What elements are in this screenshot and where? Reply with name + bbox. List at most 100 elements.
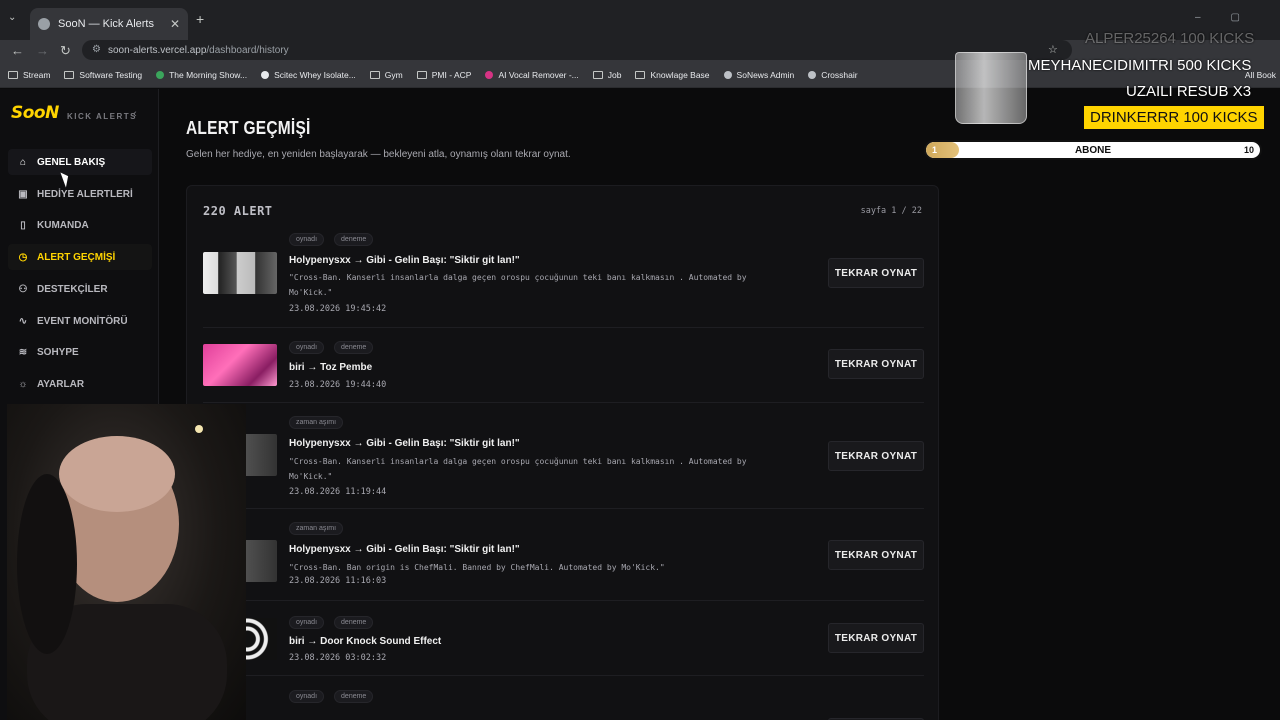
status-tag: oynadı: [289, 341, 325, 354]
webcam-person-image: [17, 425, 227, 720]
favicon-icon: [38, 18, 50, 30]
supporters-icon: ⚇: [18, 283, 28, 295]
address-bar[interactable]: ⚙ soon-alerts.vercel.app/dashboard/histo…: [82, 40, 1072, 60]
alert-time: 23.08.2026 11:16:03: [289, 576, 387, 586]
alert-row: zaman aşımı Holypenysxx → Gibi - Gelin B…: [203, 509, 924, 601]
bookmark-item[interactable]: PMI - ACP: [416, 70, 471, 80]
alert-history-panel: 220 ALERT sayfa 1 / 22 oynadı deneme Hol…: [186, 185, 939, 720]
bookmark-item[interactable]: Crosshair: [808, 70, 858, 80]
status-tag: zaman aşımı: [289, 416, 344, 429]
sub-goal-target: 10: [1243, 145, 1254, 155]
sidebar-item-sohype[interactable]: ≋ SOHYPE: [8, 339, 152, 365]
alert-time: 23.08.2026 11:19:44: [289, 487, 387, 497]
reload-icon[interactable]: ↻: [60, 43, 71, 59]
pulse-icon: ∿: [18, 315, 28, 327]
sidebar-item-destekciler[interactable]: ⚇ DESTEKÇİLER: [8, 276, 152, 302]
drink-glass-image: [955, 52, 1027, 124]
home-icon: ⌂: [19, 156, 27, 168]
history-icon: ◷: [18, 251, 28, 263]
overlay-highlight: DRINKERRR 100 KICKS: [1084, 106, 1264, 129]
overlay-line-1: MEYHANECIDIMITRI 500 KICKS: [1028, 57, 1252, 74]
site-icon: [808, 70, 817, 79]
replay-button[interactable]: TEKRAR OYNAT: [828, 540, 924, 570]
site-icon: [485, 70, 494, 79]
back-icon[interactable]: ←: [11, 43, 24, 58]
alert-message: "Cross-Ban. Kanserli insanlarla dalga ge…: [289, 457, 747, 481]
overlay-faded-line: ALPER25264 100 KICKS: [1085, 30, 1255, 47]
tab-title: SooN — Kick Alerts: [58, 18, 154, 30]
page-subtitle: Gelen her hediye, en yeniden başlayarak …: [186, 149, 571, 160]
webcam-overlay: [7, 404, 246, 720]
star-icon[interactable]: ☆: [1048, 43, 1058, 56]
site-icon: [261, 70, 270, 79]
bookmark-item[interactable]: Software Testing: [64, 70, 142, 80]
bookmark-item[interactable]: Knowlage Base: [635, 70, 710, 80]
sub-goal-bar: 1 ABONE 10: [924, 140, 1262, 160]
sub-goal-label: ABONE: [1074, 145, 1112, 156]
alert-message: "Cross-Ban. Ban origin is ChefMali. Bann…: [289, 563, 665, 572]
alert-row: oynadı deneme Holypenysxx → Gibi - Gelin…: [203, 226, 924, 328]
window-controls[interactable]: –▢: [1195, 12, 1270, 23]
folder-icon: [64, 70, 75, 79]
sidebar-item-ayarlar[interactable]: ☼ AYARLAR: [8, 371, 152, 397]
sidebar-item-event-monitoru[interactable]: ∿ EVENT MONİTÖRÜ: [8, 308, 152, 334]
site-info-icon[interactable]: ⚙: [92, 44, 101, 55]
alert-count: 220 ALERT: [203, 204, 273, 218]
site-icon: [156, 70, 165, 79]
sidebar-item-alert-gecmisi[interactable]: ◷ ALERT GEÇMİŞİ: [8, 244, 152, 270]
sidebar-item-genel-bakis[interactable]: ⌂ GENEL BAKIŞ: [8, 149, 152, 175]
type-tag: deneme: [334, 233, 374, 246]
alert-time: 23.08.2026 19:44:40: [289, 380, 387, 390]
folder-icon: [592, 70, 603, 79]
sidebar-item-hediye-alertleri[interactable]: ▣ HEDİYE ALERTLERİ: [8, 181, 152, 207]
replay-button[interactable]: TEKRAR OYNAT: [828, 258, 924, 288]
folder-icon: [369, 70, 380, 79]
alert-title: Holypenysxx → Gibi - Gelin Başı: "Siktir…: [289, 255, 520, 266]
folder-icon: [635, 70, 646, 79]
page-title: ALERT GEÇMİŞİ: [186, 118, 311, 138]
overlay-line-2: UZAILI RESUB X3: [1126, 83, 1252, 100]
bookmark-item[interactable]: Scitec Whey Isolate...: [261, 70, 356, 80]
replay-button[interactable]: TEKRAR OYNAT: [828, 349, 924, 379]
alert-title: biri → Door Knock Sound Effect: [289, 636, 442, 647]
logo-subtitle: KICK ALERTS: [67, 112, 137, 121]
bookmark-item[interactable]: Gym: [369, 70, 403, 80]
bookmark-item[interactable]: AI Vocal Remover -...: [485, 70, 579, 80]
collapse-sidebar-icon[interactable]: ‹: [133, 108, 137, 120]
sidebar-item-kumanda[interactable]: ▯ KUMANDA: [8, 212, 152, 238]
folder-icon: [8, 70, 18, 79]
alert-time: 23.08.2026 03:02:32: [289, 653, 387, 663]
status-tag: zaman aşımı: [289, 522, 344, 535]
alert-row: zaman aşımı Holypenysxx → Gibi - Gelin B…: [203, 403, 924, 509]
tab-list-icon[interactable]: ⌄: [8, 12, 16, 23]
alert-row: oynadı deneme: [203, 676, 924, 720]
bookmark-item[interactable]: Stream: [8, 70, 50, 80]
alert-row: oynadı deneme biri → Toz Pembe 23.08.202…: [203, 328, 924, 403]
bookmark-item[interactable]: The Morning Show...: [156, 70, 247, 80]
url-path: /dashboard/history: [206, 44, 289, 56]
screen: ⌄ SooN — Kick Alerts ✕ + –▢ ← → ↻ ⚙ soon…: [0, 0, 1280, 720]
alert-time: 23.08.2026 19:45:42: [289, 304, 387, 314]
alert-title: Holypenysxx → Gibi - Gelin Başı: "Siktir…: [289, 544, 520, 555]
bookmark-item[interactable]: SoNews Admin: [723, 70, 794, 80]
new-tab-icon[interactable]: +: [196, 11, 204, 27]
replay-button[interactable]: TEKRAR OYNAT: [828, 623, 924, 653]
folder-icon: [416, 70, 427, 79]
video-thumbnail[interactable]: [203, 252, 277, 294]
alert-title: Holypenysxx → Gibi - Gelin Başı: "Siktir…: [289, 438, 520, 449]
browser-tab[interactable]: SooN — Kick Alerts ✕: [30, 8, 188, 40]
type-tag: deneme: [334, 616, 374, 629]
type-tag: deneme: [334, 341, 374, 354]
video-thumbnail[interactable]: [203, 344, 277, 386]
bookmark-item[interactable]: Job: [592, 70, 621, 80]
status-tag: oynadı: [289, 690, 325, 703]
replay-button[interactable]: TEKRAR OYNAT: [828, 441, 924, 471]
forward-icon[interactable]: →: [36, 43, 49, 58]
gift-icon: ▣: [18, 188, 28, 200]
close-tab-icon[interactable]: ✕: [170, 17, 180, 31]
pagination-indicator: sayfa 1 / 22: [860, 206, 922, 216]
site-icon: [723, 70, 732, 79]
alert-message: "Cross-Ban. Kanserli insanlarla dalga ge…: [289, 273, 747, 297]
logo[interactable]: SooN: [11, 103, 59, 123]
main-content: ALERT GEÇMİŞİ Gelen her hediye, en yenid…: [160, 89, 1280, 720]
